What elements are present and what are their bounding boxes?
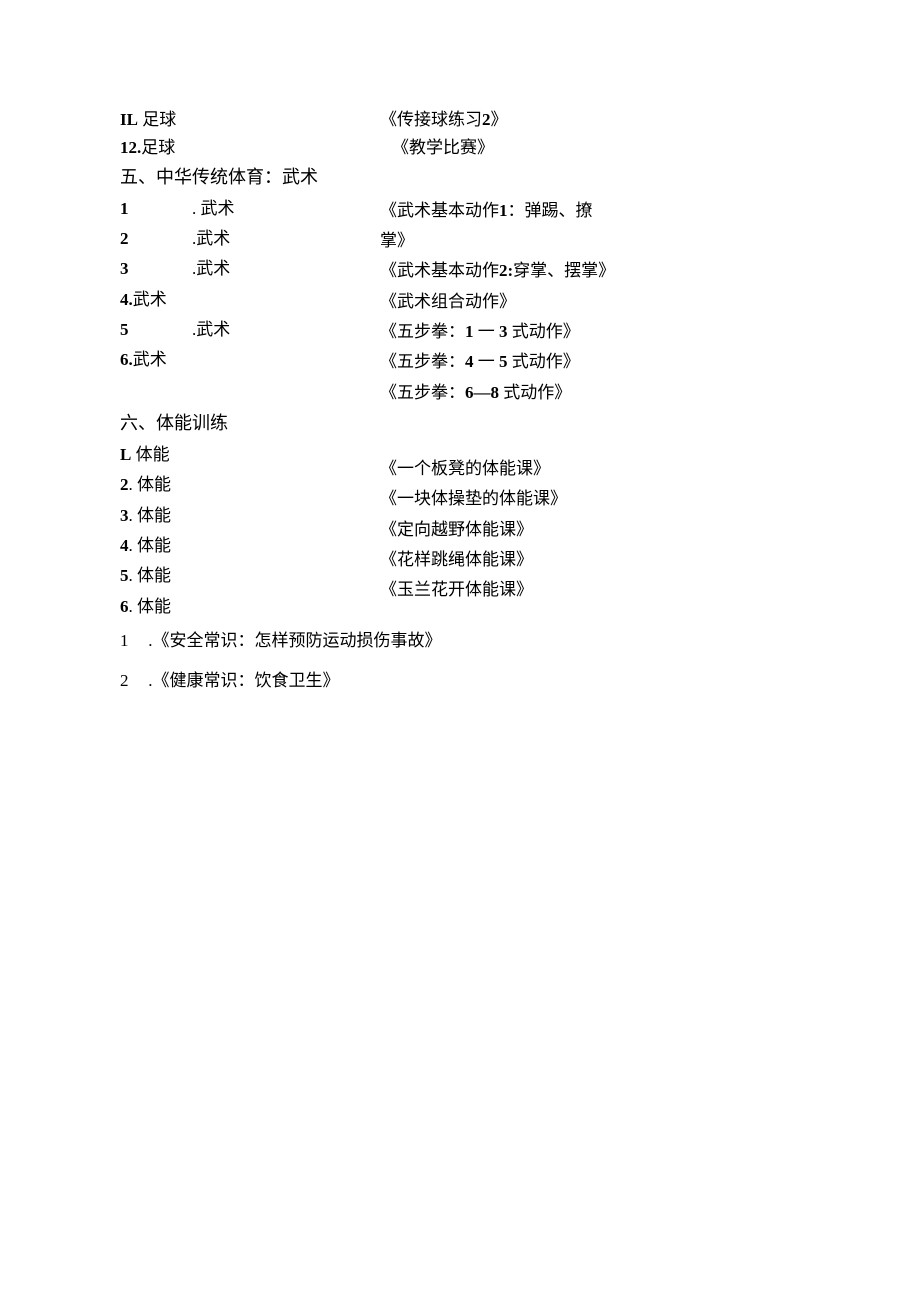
bottom-1-text: .《安全常识：怎样预防运动损伤事故》 (144, 631, 442, 650)
sec6-item-2: 2. 体能 (120, 472, 380, 498)
sec5-i5-label: .武术 (192, 320, 230, 339)
section-5-block: 1. 武术 2.武术 3.武术 4.武术 5.武术 6.武术 《武术基本动作1：… (120, 194, 800, 408)
bottom-item-1: 1 .《安全常识：怎样预防运动损伤事故》 (120, 628, 800, 654)
top-row-2-rest: 足球 (141, 138, 175, 157)
sec6-r4: 《花样跳绳体能课》 (380, 547, 800, 573)
sec5-r6b: 6—8 (465, 383, 499, 402)
section-6-left: L 体能 2. 体能 3. 体能 4. 体能 5. 体能 6. 体能 (120, 440, 380, 622)
top-row-2-right-text: 《教学比赛》 (392, 138, 494, 157)
top-row-1: IL 足球 《传接球练习2》 (120, 107, 800, 133)
sec6-i2-num: 2 (120, 475, 129, 494)
top-row-1-rest: 足球 (138, 110, 176, 129)
top-row-1-right-c: 》 (491, 110, 508, 129)
sec6-r5: 《玉兰花开体能课》 (380, 577, 800, 603)
sec6-i1-num: L (120, 445, 131, 464)
top-row-1-right-b: 2 (482, 110, 491, 129)
sec6-i4-label: . 体能 (129, 536, 172, 555)
sec5-r4a: 《五步拳： (380, 322, 465, 341)
top-row-2-right: 《教学比赛》 (380, 135, 800, 161)
sec5-r4e: 式动作》 (508, 322, 580, 341)
top-row-1-right: 《传接球练习2》 (380, 107, 800, 133)
sec6-i3-label: . 体能 (129, 506, 172, 525)
sec5-i1-num: 1 (120, 196, 192, 222)
sec6-item-1: L 体能 (120, 442, 380, 468)
sec5-item-3: 3.武术 (120, 256, 380, 282)
sec6-i2-label: . 体能 (129, 475, 172, 494)
bottom-2-text: .《健康常识：饮食卫生》 (144, 671, 340, 690)
section-5-right: 《武术基本动作1：弹踢、撩 掌》 《武术基本动作2:穿掌、摆掌》 《武术组合动作… (380, 194, 800, 408)
sec5-r6: 《五步拳：6—8 式动作》 (380, 380, 800, 406)
sec6-i4-num: 4 (120, 536, 129, 555)
sec5-r5a: 《五步拳： (380, 352, 465, 371)
top-row-1-prefix: IL (120, 110, 138, 129)
sec5-i2-label: .武术 (192, 229, 230, 248)
sec5-r4c: 一 (474, 322, 500, 341)
bottom-2-num: 2 (120, 668, 144, 694)
top-row-1-right-a: 《传接球练习 (380, 110, 482, 129)
sec5-r1-line2: 掌》 (380, 228, 800, 254)
sec5-item-2: 2.武术 (120, 226, 380, 252)
sec5-r5: 《五步拳：4 一 5 式动作》 (380, 349, 800, 375)
sec6-r1: 《一个板凳的体能课》 (380, 456, 800, 482)
sec5-r2b: 2: (499, 261, 513, 280)
sec5-r5e: 式动作》 (508, 352, 580, 371)
top-row-2-left: 12.足球 (120, 135, 380, 161)
sec5-item-1: 1. 武术 (120, 196, 380, 222)
sec5-i1-label: . 武术 (192, 199, 235, 218)
section-6-right: 《一个板凳的体能课》 《一块体操垫的体能课》 《定向越野体能课》 《花样跳绳体能… (380, 440, 800, 606)
sec5-item-6: 6.武术 (120, 347, 380, 373)
bottom-item-2: 2 .《健康常识：饮食卫生》 (120, 668, 800, 694)
section-6-title: 六、体能训练 (120, 410, 800, 438)
section-5-left: 1. 武术 2.武术 3.武术 4.武术 5.武术 6.武术 (120, 194, 380, 376)
sec5-item-5: 5.武术 (120, 317, 380, 343)
sec6-i3-num: 3 (120, 506, 129, 525)
sec5-i6-label: 武术 (133, 350, 167, 369)
sec6-r3: 《定向越野体能课》 (380, 517, 800, 543)
sec5-r5c: 一 (474, 352, 500, 371)
sec6-i6-num: 6 (120, 597, 129, 616)
bottom-1-num: 1 (120, 628, 144, 654)
sec5-i2-num: 2 (120, 226, 192, 252)
sec5-r1-line1: 《武术基本动作1：弹踢、撩 (380, 198, 800, 224)
sec5-r2: 《武术基本动作2:穿掌、摆掌》 (380, 258, 800, 284)
sec6-item-5: 5. 体能 (120, 563, 380, 589)
top-row-2-prefix: 12. (120, 138, 141, 157)
sec5-r1b: 1 (499, 201, 508, 220)
sec5-r4: 《五步拳：1 一 3 式动作》 (380, 319, 800, 345)
sec5-r4b: 1 (465, 322, 474, 341)
sec5-i3-num: 3 (120, 256, 192, 282)
sec6-item-4: 4. 体能 (120, 533, 380, 559)
sec6-i5-num: 5 (120, 566, 129, 585)
sec6-i5-label: . 体能 (129, 566, 172, 585)
sec6-i1-label: 体能 (131, 445, 169, 464)
sec5-item-4: 4.武术 (120, 287, 380, 313)
sec5-r1a: 《武术基本动作 (380, 201, 499, 220)
sec5-i6-num: 6. (120, 350, 133, 369)
bottom-list: 1 .《安全常识：怎样预防运动损伤事故》 2 .《健康常识：饮食卫生》 (120, 628, 800, 695)
sec5-r6a: 《五步拳： (380, 383, 465, 402)
sec5-i3-label: .武术 (192, 259, 230, 278)
section-5-title: 五、中华传统体育：武术 (120, 164, 800, 192)
sec5-r2c: 穿掌、摆掌》 (513, 261, 615, 280)
sec5-i4-num: 4. (120, 290, 133, 309)
top-row-1-left: IL 足球 (120, 107, 380, 133)
sec5-i5-num: 5 (120, 317, 192, 343)
section-6-block: L 体能 2. 体能 3. 体能 4. 体能 5. 体能 6. 体能 《一个板凳… (120, 440, 800, 622)
sec5-r3: 《武术组合动作》 (380, 289, 800, 315)
sec6-r2: 《一块体操垫的体能课》 (380, 486, 800, 512)
top-row-2: 12.足球 《教学比赛》 (120, 135, 800, 161)
sec5-i4-label: 武术 (133, 290, 167, 309)
sec6-i6-label: . 体能 (129, 597, 172, 616)
sec6-item-3: 3. 体能 (120, 503, 380, 529)
sec5-r1c: ：弹踢、撩 (508, 201, 593, 220)
sec5-r5d: 5 (499, 352, 508, 371)
sec5-r6c: 式动作》 (499, 383, 571, 402)
sec5-r2a: 《武术基本动作 (380, 261, 499, 280)
document-page: IL 足球 《传接球练习2》 12.足球 《教学比赛》 五、中华传统体育：武术 … (0, 0, 920, 1301)
sec5-r5b: 4 (465, 352, 474, 371)
sec5-r4d: 3 (499, 322, 508, 341)
sec6-item-6: 6. 体能 (120, 594, 380, 620)
